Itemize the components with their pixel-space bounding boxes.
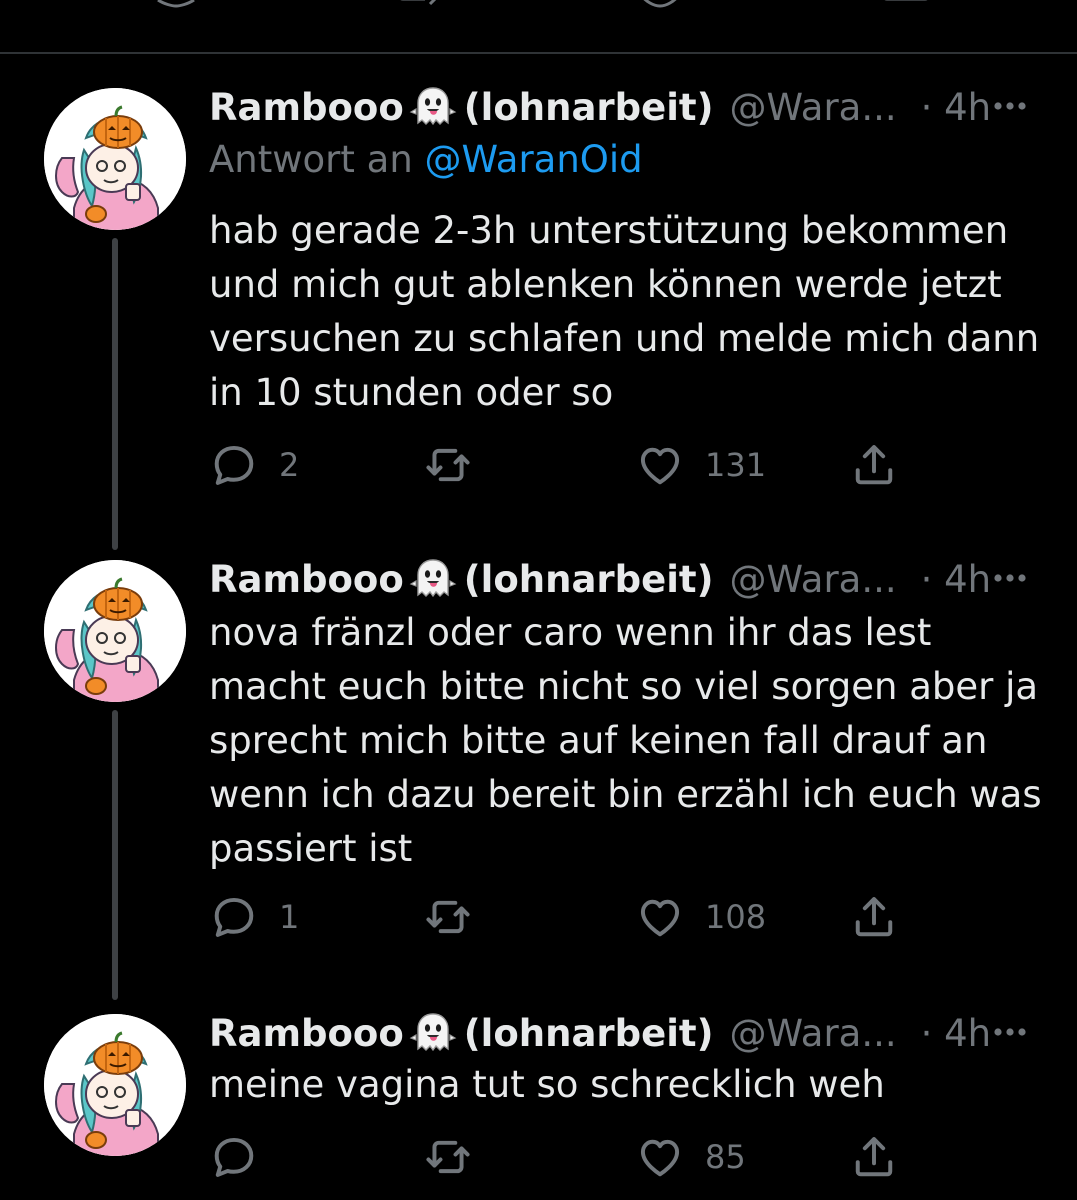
share-button[interactable]: [849, 1132, 899, 1182]
timestamp[interactable]: · 4h: [921, 558, 992, 601]
like-count: 131: [705, 446, 767, 484]
display-name-suffix[interactable]: (lohnarbeit): [464, 558, 714, 601]
ghost-tongue-emoji-icon: [408, 1011, 458, 1055]
user-handle[interactable]: @Wara...: [730, 86, 897, 129]
reply-prefix: Antwort an: [209, 138, 413, 181]
reply-icon: [209, 1132, 259, 1182]
avatar-image: [44, 1014, 186, 1156]
reply-button[interactable]: 2: [209, 440, 299, 490]
reply-icon: [209, 892, 259, 942]
tweet-actions: 2 131: [209, 440, 909, 490]
tweet-actions: 1 108: [209, 892, 909, 942]
display-name-suffix[interactable]: (lohnarbeit): [464, 1012, 714, 1055]
more-options-icon[interactable]: [987, 88, 1033, 124]
share-icon: [849, 440, 899, 490]
like-count: 108: [705, 898, 767, 936]
tweet-header: Rambooo (lohnarbeit) @Wara... · 4h: [209, 554, 1059, 604]
avatar-image: [44, 560, 186, 702]
display-name[interactable]: Rambooo: [209, 558, 404, 601]
like-icon[interactable]: [632, 0, 688, 22]
display-name[interactable]: Rambooo: [209, 1012, 404, 1055]
timestamp[interactable]: · 4h: [921, 86, 992, 129]
more-options-icon[interactable]: [987, 1014, 1033, 1050]
tweet-text: nova fränzl oder caro wenn ihr das lest …: [209, 611, 1042, 870]
tweet-text: hab gerade 2-3h unterstützung bekommen u…: [209, 209, 1040, 414]
retweet-icon: [423, 440, 473, 490]
share-button[interactable]: [849, 440, 899, 490]
reply-count: 1: [279, 898, 300, 936]
retweet-button[interactable]: [423, 1132, 493, 1182]
display-name[interactable]: Rambooo: [209, 86, 404, 129]
user-handle[interactable]: @Wara...: [730, 558, 897, 601]
avatar[interactable]: [44, 560, 186, 702]
tweet-actions: 85: [209, 1132, 909, 1182]
like-count: 85: [705, 1138, 746, 1176]
tweet-header: Rambooo (lohnarbeit) @Wara... · 4h: [209, 82, 1059, 132]
user-handle[interactable]: @Wara...: [730, 1012, 897, 1055]
like-button[interactable]: 108: [635, 892, 766, 942]
display-name-suffix[interactable]: (lohnarbeit): [464, 86, 714, 129]
retweet-button[interactable]: [423, 440, 493, 490]
retweet-icon: [423, 892, 473, 942]
like-icon: [635, 1132, 685, 1182]
thread-line: [112, 710, 118, 1000]
avatar-image: [44, 88, 186, 230]
like-button[interactable]: 131: [635, 440, 766, 490]
timestamp[interactable]: · 4h: [921, 1012, 992, 1055]
retweet-icon[interactable]: [392, 0, 448, 22]
reply-icon[interactable]: [148, 0, 204, 22]
ghost-tongue-emoji-icon: [408, 557, 458, 601]
share-button[interactable]: [849, 892, 899, 942]
tweet-header: Rambooo (lohnarbeit) @Wara... · 4h: [209, 1008, 1059, 1058]
reply-button[interactable]: [209, 1132, 279, 1182]
avatar[interactable]: [44, 1014, 186, 1156]
share-icon[interactable]: [878, 0, 934, 22]
reply-button[interactable]: 1: [209, 892, 299, 942]
avatar[interactable]: [44, 88, 186, 230]
reply-mention-link[interactable]: @WaranOid: [425, 138, 643, 181]
tweet-text: meine vagina tut so schrecklich weh: [209, 1063, 885, 1106]
share-icon: [849, 1132, 899, 1182]
like-icon: [635, 892, 685, 942]
thread-line: [112, 238, 118, 550]
like-icon: [635, 440, 685, 490]
share-icon: [849, 892, 899, 942]
divider: [0, 52, 1077, 54]
retweet-icon: [423, 1132, 473, 1182]
more-options-icon[interactable]: [987, 560, 1033, 596]
ghost-tongue-emoji-icon: [408, 85, 458, 129]
reply-count: 2: [279, 446, 300, 484]
reply-icon: [209, 440, 259, 490]
retweet-button[interactable]: [423, 892, 493, 942]
like-button[interactable]: 85: [635, 1132, 746, 1182]
previous-tweet-actions: [0, 0, 1077, 52]
reply-context: Antwort an @WaranOid: [209, 138, 643, 181]
